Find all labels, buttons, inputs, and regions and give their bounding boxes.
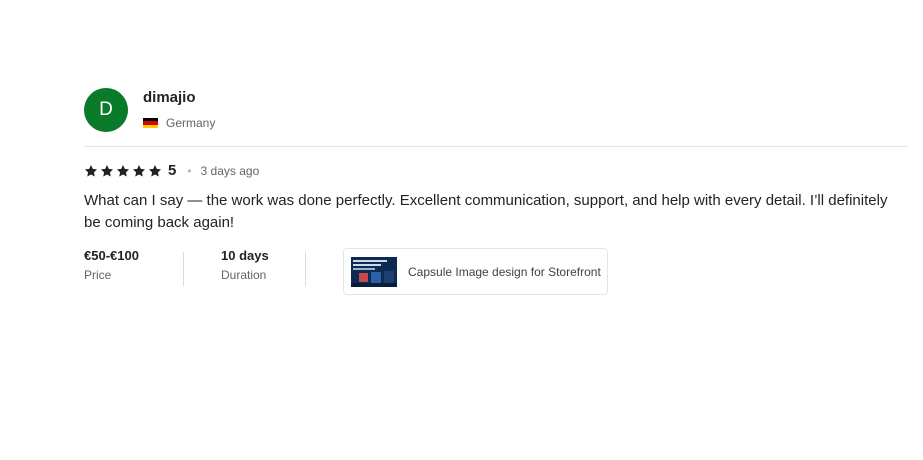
price-label: Price [84, 268, 112, 282]
star-rating [84, 164, 162, 178]
gig-card[interactable]: Capsule Image design for Storefront [343, 248, 608, 295]
review-date: 3 days ago [200, 163, 260, 178]
avatar[interactable]: D [84, 88, 128, 132]
rating-value: 5 [168, 162, 177, 179]
duration-value: 10 days [221, 248, 269, 263]
star-icon [84, 164, 98, 176]
divider [84, 146, 908, 147]
review-text: What can I say — the work was done perfe… [84, 192, 888, 231]
thumbnail-art-icon [351, 256, 397, 287]
details-separator [183, 252, 184, 286]
star-icon [132, 164, 146, 176]
review-card: D dimajio Germany 5 • 3 days ago What ca… [84, 86, 908, 295]
reviewer-username[interactable]: dimajio [143, 89, 215, 107]
gig-title: Capsule Image design for Storefront [408, 264, 601, 279]
details-separator [305, 252, 306, 286]
review-details: €50-€100 Price 10 days Duration Capsule … [84, 248, 608, 295]
separator-dot: • [187, 163, 192, 178]
duration-label: Duration [221, 268, 267, 282]
duration-block: 10 days Duration [221, 248, 305, 282]
reviewer-header: D dimajio Germany [84, 86, 908, 132]
rating-row: 5 • 3 days ago [84, 162, 259, 179]
star-icon [148, 164, 162, 176]
germany-flag-icon [143, 118, 158, 128]
capsule-image-thumbnail [351, 256, 397, 287]
price-block: €50-€100 Price [84, 248, 183, 282]
price-value: €50-€100 [84, 248, 139, 263]
star-icon [116, 164, 130, 176]
star-icon [100, 164, 114, 176]
reviewer-meta: dimajio Germany [143, 86, 215, 130]
reviewer-country: Germany [143, 116, 215, 130]
country-name: Germany [166, 116, 216, 130]
